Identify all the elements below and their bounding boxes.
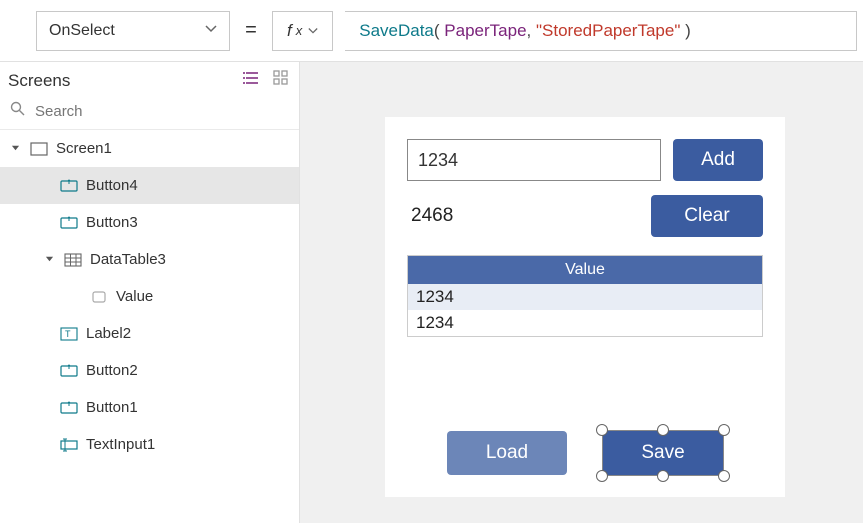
resize-handle[interactable] <box>718 424 730 436</box>
formula-bar: OnSelect = fx SaveData( PaperTape, "Stor… <box>0 0 863 62</box>
fx-button[interactable]: fx <box>272 11 333 51</box>
equals-sign: = <box>242 19 260 42</box>
data-table[interactable]: Value 1234 1234 <box>407 255 763 337</box>
search-icon <box>10 101 25 121</box>
table-header: Value <box>408 256 762 284</box>
tree-list: Screen1 Button4 Button3 <box>0 130 299 523</box>
tree-item-label: Value <box>116 288 153 305</box>
tree-search-input[interactable] <box>35 103 289 120</box>
chevron-down-icon <box>205 22 217 40</box>
tree-item-label: Button2 <box>86 362 138 379</box>
load-button[interactable]: Load <box>447 431 567 475</box>
label-icon: T <box>60 326 78 342</box>
svg-text:T: T <box>65 329 71 339</box>
column-icon <box>90 289 108 305</box>
save-button-selected[interactable]: Save <box>603 431 723 475</box>
clear-button[interactable]: Clear <box>651 195 763 237</box>
tree-view-pane: Screens <box>0 62 300 523</box>
property-selector-value: OnSelect <box>49 22 115 40</box>
resize-handle[interactable] <box>596 470 608 482</box>
add-button[interactable]: Add <box>673 139 763 181</box>
tree-view-list-icon[interactable] <box>243 70 261 91</box>
tree-item-button[interactable]: Button2 <box>0 352 299 389</box>
result-label: 2468 <box>407 205 453 227</box>
tree-item-label-control[interactable]: T Label2 <box>0 315 299 352</box>
resize-handle[interactable] <box>657 424 669 436</box>
tree-item-button[interactable]: Button3 <box>0 204 299 241</box>
app-screen: Add 2468 Clear Value 1234 1234 Load Save <box>385 117 785 497</box>
tree-item-column[interactable]: Value <box>0 278 299 315</box>
save-button[interactable]: Save <box>603 431 723 475</box>
canvas[interactable]: Add 2468 Clear Value 1234 1234 Load Save <box>300 62 863 523</box>
tree-view-title: Screens <box>8 71 70 91</box>
tree-item-label: Button3 <box>86 214 138 231</box>
tree-item-datatable[interactable]: DataTable3 <box>0 241 299 278</box>
table-row[interactable]: 1234 <box>408 310 762 336</box>
caret-down-icon <box>8 144 22 153</box>
formula-token-string: "StoredPaperTape" <box>536 21 680 41</box>
table-icon <box>64 252 82 268</box>
resize-handle[interactable] <box>718 470 730 482</box>
resize-handle[interactable] <box>657 470 669 482</box>
formula-token-function: SaveData <box>359 21 434 41</box>
formula-token-identifier: PaperTape <box>444 21 526 41</box>
button-icon <box>60 178 78 194</box>
screen-icon <box>30 141 48 157</box>
tree-view-grid-icon[interactable] <box>273 70 289 91</box>
tree-item-button[interactable]: Button1 <box>0 389 299 426</box>
caret-down-icon <box>42 255 56 264</box>
tree-item-textinput[interactable]: TextInput1 <box>0 426 299 463</box>
button-icon <box>60 215 78 231</box>
tree-item-label: Button4 <box>86 177 138 194</box>
textinput-icon <box>60 437 78 453</box>
table-row[interactable]: 1234 <box>408 284 762 310</box>
resize-handle[interactable] <box>596 424 608 436</box>
tree-item-label: Button1 <box>86 399 138 416</box>
button-icon <box>60 400 78 416</box>
number-input[interactable] <box>407 139 661 181</box>
tree-item-label: DataTable3 <box>90 251 166 268</box>
formula-input[interactable]: SaveData( PaperTape, "StoredPaperTape" ) <box>345 11 857 51</box>
tree-search[interactable] <box>0 97 299 130</box>
tree-item-label: Label2 <box>86 325 131 342</box>
property-selector[interactable]: OnSelect <box>36 11 230 51</box>
tree-item-label: TextInput1 <box>86 436 155 453</box>
tree-item-screen[interactable]: Screen1 <box>0 130 299 167</box>
tree-item-button[interactable]: Button4 <box>0 167 299 204</box>
tree-item-label: Screen1 <box>56 140 112 157</box>
button-icon <box>60 363 78 379</box>
